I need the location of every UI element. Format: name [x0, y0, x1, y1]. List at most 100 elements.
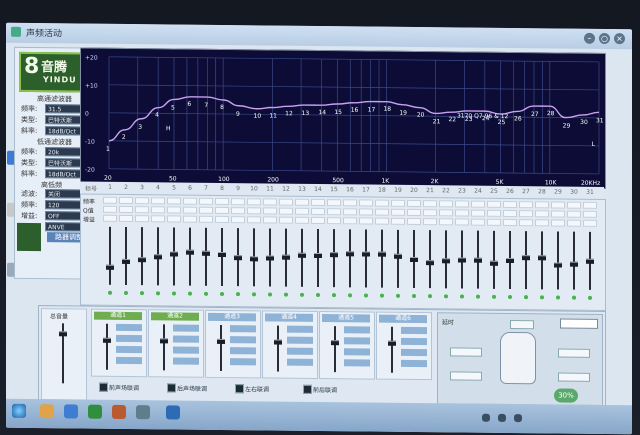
channel-option-button[interactable]	[116, 323, 142, 332]
eq-param-cell[interactable]	[519, 201, 533, 209]
eq-param-cell[interactable]	[535, 219, 549, 227]
eq-slider-knob[interactable]	[426, 259, 434, 265]
eq-band-enable-dot[interactable]	[108, 290, 112, 295]
eq-param-cell[interactable]	[263, 207, 277, 215]
eq-band-enable-dot[interactable]	[172, 291, 176, 296]
eq-band-enable-dot[interactable]	[140, 291, 144, 296]
eq-band-enable-dot[interactable]	[300, 292, 304, 297]
channel-option-button[interactable]	[287, 347, 313, 355]
band-point-label[interactable]: 12	[285, 110, 293, 117]
eq-slider-knob[interactable]	[106, 264, 114, 270]
eq-param-cell[interactable]	[167, 197, 181, 205]
eq-param-cell[interactable]	[503, 200, 517, 209]
highpass-field[interactable]: 巴特沃斯	[45, 115, 85, 125]
channel-option-button[interactable]	[116, 334, 142, 343]
eq-param-cell[interactable]	[279, 207, 293, 215]
eq-slider-knob[interactable]	[250, 256, 258, 262]
band-point-label[interactable]: 27	[531, 111, 539, 118]
eq-param-cell[interactable]	[119, 214, 133, 223]
eq-param-cell[interactable]	[567, 219, 581, 227]
eq-param-cell[interactable]	[439, 218, 453, 226]
eq-param-cell[interactable]	[151, 206, 165, 214]
eq-curve-chart[interactable]: +20 +10 0 -10 -20 20 50 100 200 500 1K 2K 5K 10K 20KHz…	[80, 47, 606, 190]
band-point-label[interactable]: 22	[448, 116, 456, 123]
channel-header[interactable]: 通道2	[151, 312, 199, 321]
eq-param-cell[interactable]	[279, 216, 293, 224]
highpass-field[interactable]: 18dB/Oct	[45, 126, 85, 136]
eq-param-cell[interactable]	[359, 208, 373, 216]
channel-fader-knob[interactable]	[103, 337, 111, 343]
eq-param-cell[interactable]	[215, 206, 229, 215]
eq-param-cell[interactable]	[487, 218, 501, 226]
link-checkbox[interactable]	[99, 382, 108, 392]
eq-slider-knob[interactable]	[154, 254, 162, 260]
eq-param-cell[interactable]	[103, 214, 117, 222]
eq-param-cell[interactable]	[231, 216, 245, 224]
eq-param-cell[interactable]	[519, 219, 533, 227]
eq-param-cell[interactable]	[327, 217, 341, 225]
band-point-label[interactable]: 8	[220, 104, 224, 111]
eq-param-cell[interactable]	[439, 200, 453, 208]
eq-param-cell[interactable]	[103, 205, 117, 213]
eq-param-cell[interactable]	[215, 197, 229, 206]
eq-param-cell[interactable]	[535, 201, 549, 209]
eq-param-cell[interactable]	[407, 208, 421, 217]
tray-volume-icon[interactable]	[498, 413, 506, 422]
eq-slider-knob[interactable]	[186, 249, 194, 255]
eq-band-enable-dot[interactable]	[188, 291, 192, 296]
eq-param-cell[interactable]	[423, 209, 437, 217]
eq-slider-knob[interactable]	[378, 251, 386, 257]
eq-slider-knob[interactable]	[218, 252, 226, 258]
ie-taskbar-icon[interactable]	[64, 404, 78, 419]
eq-param-cell[interactable]	[231, 198, 245, 206]
channel-option-button[interactable]	[401, 337, 427, 346]
eq-param-cell[interactable]	[391, 217, 405, 225]
eq-slider-knob[interactable]	[346, 250, 354, 256]
eq-param-cell[interactable]	[471, 200, 485, 208]
channel-option-button[interactable]	[401, 326, 427, 335]
eq-param-cell[interactable]	[391, 208, 405, 216]
band-point-label[interactable]: 13	[302, 110, 310, 117]
eq-band-enable-dot[interactable]	[204, 291, 208, 296]
settings-button[interactable]: ○	[599, 32, 610, 45]
audio-app-taskbar-icon[interactable]	[88, 404, 102, 419]
delay-rear-right-input[interactable]	[558, 372, 590, 382]
channel-option-button[interactable]	[344, 326, 370, 334]
eq-param-cell[interactable]	[103, 196, 117, 204]
folder-taskbar-icon[interactable]	[136, 405, 150, 420]
eq-param-cell[interactable]	[199, 206, 213, 214]
eq-param-cell[interactable]	[455, 209, 469, 217]
eq-band-enable-dot[interactable]	[540, 295, 544, 300]
band-point-label[interactable]: 17	[368, 107, 376, 114]
tray-flag-icon[interactable]	[514, 414, 522, 423]
eq-slider-knob[interactable]	[490, 260, 498, 266]
eq-param-cell[interactable]	[295, 198, 309, 206]
eq-param-cell[interactable]	[391, 199, 405, 207]
eq-slider-knob[interactable]	[554, 262, 562, 268]
eq-slider-knob[interactable]	[170, 251, 178, 257]
band-point-label[interactable]: 3	[138, 124, 142, 131]
eq-param-cell[interactable]	[471, 209, 485, 217]
close-button[interactable]: ×	[614, 33, 625, 45]
eq-slider-knob[interactable]	[282, 254, 290, 260]
eq-band-enable-dot[interactable]	[460, 294, 464, 299]
eq-slider-knob[interactable]	[474, 257, 482, 263]
channel-option-button[interactable]	[116, 356, 142, 365]
eq-param-cell[interactable]	[167, 206, 181, 214]
eq-band-enable-dot[interactable]	[476, 294, 480, 299]
eq-param-cell[interactable]	[135, 215, 149, 223]
eq-band-enable-dot[interactable]	[556, 295, 560, 300]
eq-param-cell[interactable]	[119, 196, 133, 205]
eq-band-enable-dot[interactable]	[380, 293, 384, 298]
media-taskbar-icon[interactable]	[112, 404, 126, 419]
eq-slider-knob[interactable]	[202, 250, 210, 256]
channel-option-button[interactable]	[230, 358, 256, 366]
eq-param-cell[interactable]	[295, 216, 309, 224]
highpass-field[interactable]: 31.5	[45, 104, 85, 114]
band-point-label[interactable]: 28	[547, 110, 555, 117]
channel-option-button[interactable]	[173, 357, 199, 365]
master-volume-slider[interactable]	[59, 331, 67, 337]
eq-param-cell[interactable]	[407, 199, 421, 208]
eq-param-cell[interactable]	[119, 205, 133, 214]
start-button-icon[interactable]	[12, 403, 26, 418]
